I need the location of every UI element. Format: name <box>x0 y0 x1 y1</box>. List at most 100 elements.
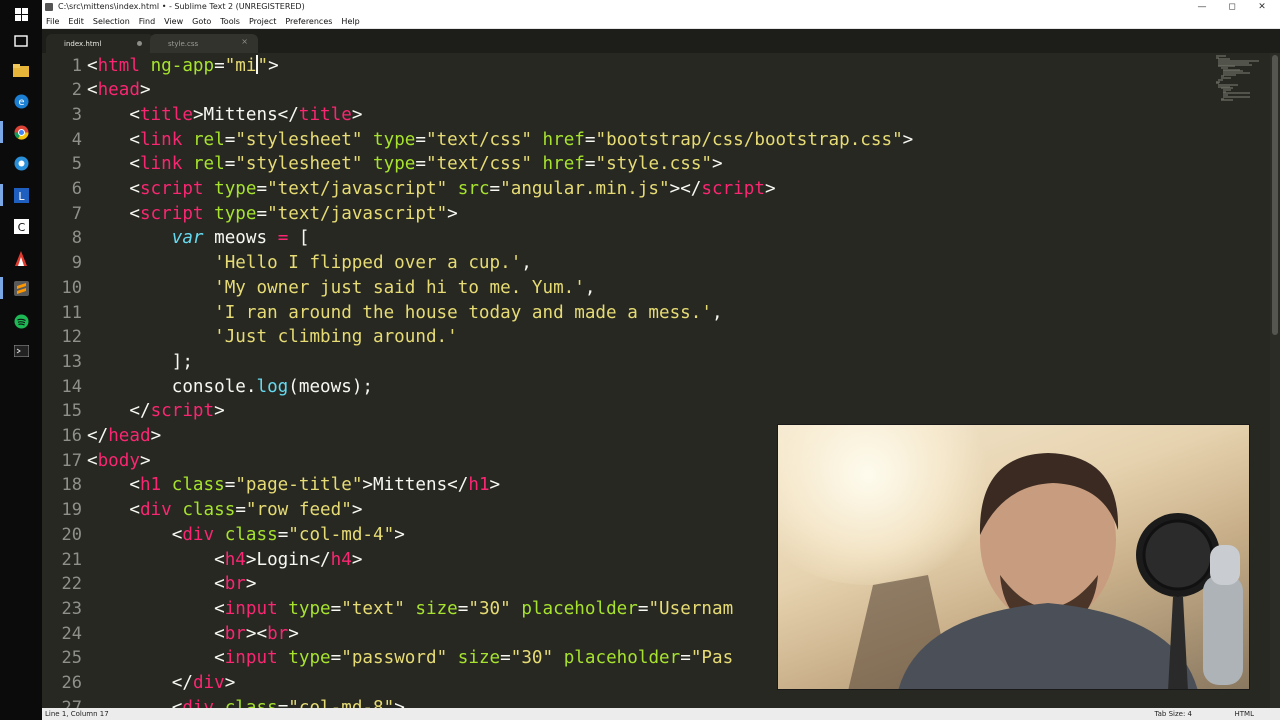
menu-view[interactable]: View <box>164 17 183 26</box>
code-line[interactable]: <div class="col-md-8"> <box>87 696 405 708</box>
code-line[interactable]: ]; <box>87 350 193 375</box>
code-line[interactable]: <title>Mittens</title> <box>87 103 362 128</box>
code-line[interactable]: 'Just climbing around.' <box>87 325 458 350</box>
unsaved-dot-icon[interactable] <box>137 41 142 46</box>
code-token: = <box>415 129 426 150</box>
code-token: = <box>277 228 289 249</box>
tab-size-indicator[interactable]: Tab Size: 4 <box>1155 710 1192 718</box>
minimize-button[interactable]: — <box>1188 1 1216 13</box>
code-token: "text/javascript" <box>267 179 448 199</box>
code-line[interactable]: console.log(meows); <box>87 375 373 400</box>
code-line[interactable]: <input type="password" size="30" placeho… <box>87 646 733 671</box>
code-token: "col-md-8" <box>288 697 395 708</box>
edge-icon[interactable]: e <box>9 90 33 112</box>
spotify-icon[interactable] <box>9 310 33 332</box>
tab-style-css[interactable]: style.css × <box>150 34 258 53</box>
terminal-icon[interactable] <box>9 340 33 362</box>
code-token: = <box>277 697 289 708</box>
line-number: 22 <box>61 574 82 595</box>
app-l-icon[interactable]: L <box>0 184 33 206</box>
code-token: ng-app <box>150 55 215 76</box>
code-line[interactable]: <h4>Login</h4> <box>87 548 362 573</box>
code-line[interactable]: <script type="text/javascript" src="angu… <box>87 177 775 202</box>
code-token: < <box>87 648 225 669</box>
menu-help[interactable]: Help <box>341 17 359 26</box>
chrome-icon[interactable] <box>0 121 33 143</box>
code-line[interactable]: <br><br> <box>87 622 299 647</box>
menu-selection[interactable]: Selection <box>93 17 130 26</box>
task-view-icon[interactable] <box>9 30 33 52</box>
file-explorer-icon[interactable] <box>9 59 33 81</box>
windows-start-icon[interactable] <box>9 3 33 25</box>
minimap[interactable] <box>1216 55 1268 103</box>
code-line[interactable]: <br> <box>87 572 256 597</box>
code-line[interactable]: <body> <box>87 449 151 474</box>
code-token: > <box>712 154 723 175</box>
code-line[interactable]: 'Hello I flipped over a cup.', <box>87 251 532 276</box>
code-token: class <box>182 500 236 521</box>
line-number: 1 <box>71 55 82 76</box>
line-number: 20 <box>61 524 82 545</box>
code-token: = <box>224 129 236 150</box>
code-line[interactable]: var meows = [ <box>87 226 310 251</box>
line-number: 4 <box>71 129 82 150</box>
menu-file[interactable]: File <box>46 17 59 26</box>
menu-goto[interactable]: Goto <box>192 17 211 26</box>
code-line[interactable]: </script> <box>87 399 225 424</box>
code-token: placeholder <box>521 598 638 619</box>
code-token: >< <box>245 623 268 644</box>
menu-find[interactable]: Find <box>139 17 155 26</box>
code-token: ]; <box>87 351 193 372</box>
code-token: </ <box>87 401 151 422</box>
webcam-overlay <box>777 424 1250 690</box>
scrollbar-thumb[interactable] <box>1272 55 1278 335</box>
app-c-icon[interactable]: C <box>9 215 33 237</box>
code-line[interactable]: <h1 class="page-title">Mittens</h1> <box>87 473 500 498</box>
app-red-icon[interactable] <box>9 247 33 269</box>
line-number: 13 <box>61 351 82 372</box>
menu-edit[interactable]: Edit <box>68 17 84 26</box>
code-token: = <box>214 55 225 76</box>
code-line[interactable]: <input type="text" size="30" placeholder… <box>87 597 733 622</box>
code-token: link <box>139 154 183 175</box>
code-token: < <box>87 524 183 545</box>
code-line[interactable]: <link rel="stylesheet" type="text/css" h… <box>87 152 723 177</box>
menu-preferences[interactable]: Preferences <box>285 17 332 26</box>
vertical-scrollbar[interactable] <box>1270 53 1280 708</box>
maximize-button[interactable]: ◻ <box>1218 1 1246 13</box>
close-tab-icon[interactable]: × <box>241 37 248 46</box>
code-token: title <box>139 104 193 125</box>
code-line[interactable]: <head> <box>87 78 151 103</box>
code-line[interactable]: <link rel="stylesheet" type="text/css" h… <box>87 128 913 153</box>
code-line[interactable]: <html ng-app="mi"> <box>87 54 279 79</box>
close-button[interactable]: ✕ <box>1248 1 1276 13</box>
code-line[interactable]: <script type="text/javascript"> <box>87 202 458 227</box>
code-token: src <box>457 179 490 199</box>
code-line[interactable]: <div class="row feed"> <box>87 498 362 523</box>
line-number: 26 <box>61 673 82 693</box>
code-token: > <box>214 401 225 422</box>
code-line[interactable]: </head> <box>87 424 161 449</box>
line-number: 3 <box>71 104 82 125</box>
code-line[interactable]: 'I ran around the house today and made a… <box>87 301 722 326</box>
code-token: = <box>637 598 649 619</box>
code-line[interactable]: 'My owner just said hi to me. Yum.', <box>87 276 595 301</box>
code-line[interactable]: </div> <box>87 671 236 696</box>
syntax-indicator[interactable]: HTML <box>1235 710 1254 718</box>
tab-index-html[interactable]: index.html <box>46 34 154 53</box>
code-token: type <box>373 154 416 175</box>
code-token: < <box>87 129 140 150</box>
skype-icon[interactable] <box>9 152 33 174</box>
code-token: > <box>447 203 458 224</box>
menu-tools[interactable]: Tools <box>220 17 240 26</box>
code-line[interactable]: <div class="col-md-4"> <box>87 523 405 548</box>
code-token: type <box>288 648 331 669</box>
sublime-icon[interactable] <box>0 277 33 299</box>
menu-project[interactable]: Project <box>249 17 276 26</box>
